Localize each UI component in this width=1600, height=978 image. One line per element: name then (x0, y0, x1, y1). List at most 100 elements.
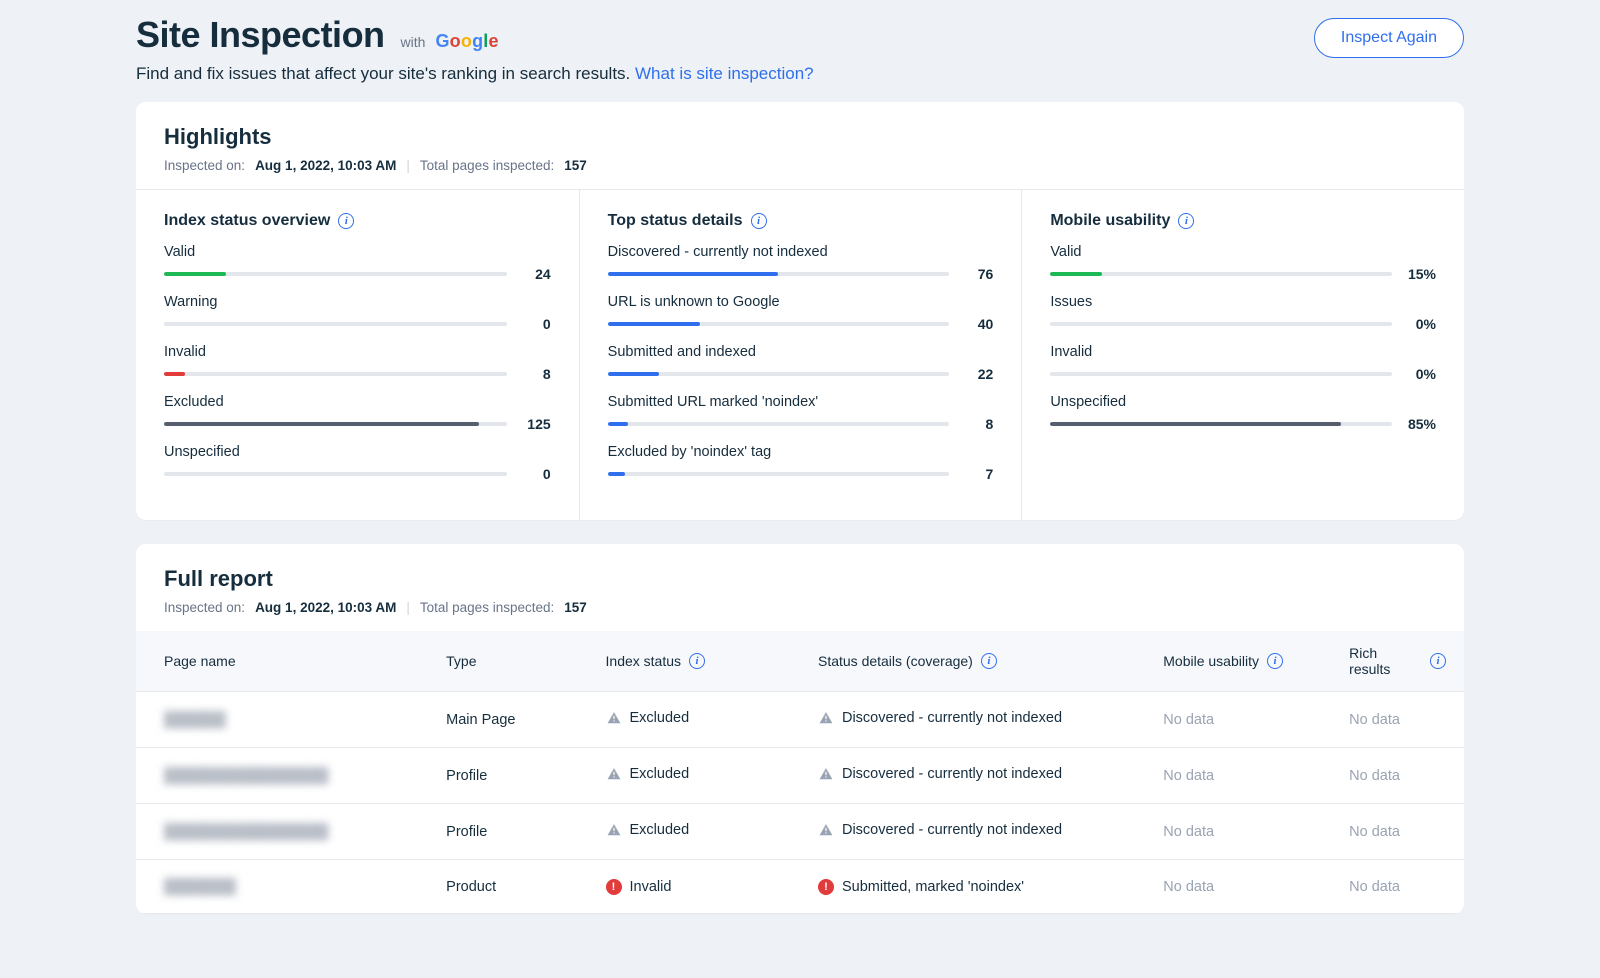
mobile-usability-value: No data (1163, 879, 1214, 895)
col-mobile[interactable]: Mobile usability (1163, 653, 1259, 669)
page-name: ██████ (164, 712, 226, 728)
table-row[interactable]: ███████ Product Invalid Submitted, marke… (136, 860, 1464, 914)
stat-item: Submitted URL marked 'noindex' 8 (608, 394, 994, 432)
info-icon[interactable] (1430, 653, 1446, 669)
stat-item: Warning 0 (164, 294, 551, 332)
mobile-usability: Mobile usability Valid 15% Issues 0% (1021, 190, 1464, 520)
progress-bar (608, 422, 950, 426)
index-status: Excluded (630, 822, 690, 838)
stat-value: 0% (1406, 366, 1436, 382)
stat-label: Invalid (1050, 344, 1436, 360)
stat-value: 0 (521, 316, 551, 332)
table-row[interactable]: ██████ Main Page Excluded Discovered - c… (136, 692, 1464, 748)
stat-item: Submitted and indexed 22 (608, 344, 994, 382)
progress-bar (608, 322, 950, 326)
stat-label: Excluded by 'noindex' tag (608, 444, 994, 460)
full-report-title: Full report (164, 566, 1436, 592)
google-logo: G o o g l e (435, 31, 498, 52)
stat-value: 15% (1406, 266, 1436, 282)
mobile-usability-value: No data (1163, 824, 1214, 840)
col-details[interactable]: Status details (coverage) (818, 653, 973, 669)
stat-item: URL is unknown to Google 40 (608, 294, 994, 332)
status-details: Discovered - currently not indexed (842, 710, 1062, 726)
stat-value: 76 (963, 266, 993, 282)
table-row[interactable]: ████████████████ Profile Excluded Discov… (136, 748, 1464, 804)
progress-bar (608, 272, 950, 276)
rich-results-value: No data (1349, 712, 1400, 728)
stat-item: Valid 24 (164, 244, 551, 282)
stat-label: Valid (164, 244, 551, 260)
table-row[interactable]: ████████████████ Profile Excluded Discov… (136, 804, 1464, 860)
col-type[interactable]: Type (446, 653, 476, 669)
progress-bar (164, 372, 507, 376)
stat-label: Issues (1050, 294, 1436, 310)
rich-results-value: No data (1349, 879, 1400, 895)
stat-label: Excluded (164, 394, 551, 410)
what-is-link[interactable]: What is site inspection? (635, 64, 814, 83)
progress-bar (608, 372, 950, 376)
error-icon (606, 879, 622, 895)
stat-item: Issues 0% (1050, 294, 1436, 332)
warning-icon (818, 767, 834, 781)
report-table: Page name Type Index status Status detai… (136, 631, 1464, 914)
stat-value: 24 (521, 266, 551, 282)
page-title: Site Inspection (136, 14, 385, 56)
info-icon[interactable] (1267, 653, 1283, 669)
page-name: ████████████████ (164, 824, 328, 840)
stat-label: Unspecified (164, 444, 551, 460)
full-report-meta: Inspected on: Aug 1, 2022, 10:03 AM | To… (164, 600, 1436, 615)
mobile-title: Mobile usability (1050, 212, 1170, 230)
stat-item: Excluded 125 (164, 394, 551, 432)
col-index[interactable]: Index status (606, 653, 682, 669)
info-icon[interactable] (981, 653, 997, 669)
stat-label: Invalid (164, 344, 551, 360)
stat-value: 22 (963, 366, 993, 382)
index-status: Excluded (630, 766, 690, 782)
stat-value: 40 (963, 316, 993, 332)
warning-icon (818, 823, 834, 837)
warning-icon (606, 767, 622, 781)
stat-label: URL is unknown to Google (608, 294, 994, 310)
mobile-usability-value: No data (1163, 768, 1214, 784)
stat-label: Warning (164, 294, 551, 310)
stat-label: Unspecified (1050, 394, 1436, 410)
stat-item: Invalid 0% (1050, 344, 1436, 382)
stat-item: Unspecified 85% (1050, 394, 1436, 432)
highlights-title: Highlights (164, 124, 1436, 150)
progress-bar (1050, 322, 1392, 326)
col-page[interactable]: Page name (164, 653, 236, 669)
page-name: ████████████████ (164, 768, 328, 784)
progress-bar (164, 422, 507, 426)
index-status-overview: Index status overview Valid 24 Warning 0 (136, 190, 579, 520)
page-subtitle: Find and fix issues that affect your sit… (136, 64, 814, 84)
stat-item: Invalid 8 (164, 344, 551, 382)
stat-label: Valid (1050, 244, 1436, 260)
page-type: Main Page (428, 692, 587, 748)
progress-bar (1050, 372, 1392, 376)
stat-value: 85% (1406, 416, 1436, 432)
info-icon[interactable] (338, 213, 354, 229)
col-rich[interactable]: Rich results (1349, 645, 1422, 677)
index-overview-title: Index status overview (164, 212, 330, 230)
status-details: Discovered - currently not indexed (842, 766, 1062, 782)
progress-bar (1050, 422, 1392, 426)
info-icon[interactable] (689, 653, 705, 669)
progress-bar (608, 472, 950, 476)
warning-icon (818, 711, 834, 725)
top-status-title: Top status details (608, 212, 743, 230)
top-status-details: Top status details Discovered - currentl… (579, 190, 1022, 520)
status-details: Submitted, marked 'noindex' (842, 879, 1024, 895)
stat-value: 0 (521, 466, 551, 482)
stat-label: Submitted URL marked 'noindex' (608, 394, 994, 410)
stat-item: Excluded by 'noindex' tag 7 (608, 444, 994, 482)
stat-item: Discovered - currently not indexed 76 (608, 244, 994, 282)
info-icon[interactable] (751, 213, 767, 229)
stat-label: Submitted and indexed (608, 344, 994, 360)
page-type: Product (428, 860, 587, 914)
info-icon[interactable] (1178, 213, 1194, 229)
mobile-usability-value: No data (1163, 712, 1214, 728)
rich-results-value: No data (1349, 824, 1400, 840)
inspect-again-button[interactable]: Inspect Again (1314, 18, 1464, 58)
stat-item: Valid 15% (1050, 244, 1436, 282)
full-report-card: Full report Inspected on: Aug 1, 2022, 1… (136, 544, 1464, 914)
